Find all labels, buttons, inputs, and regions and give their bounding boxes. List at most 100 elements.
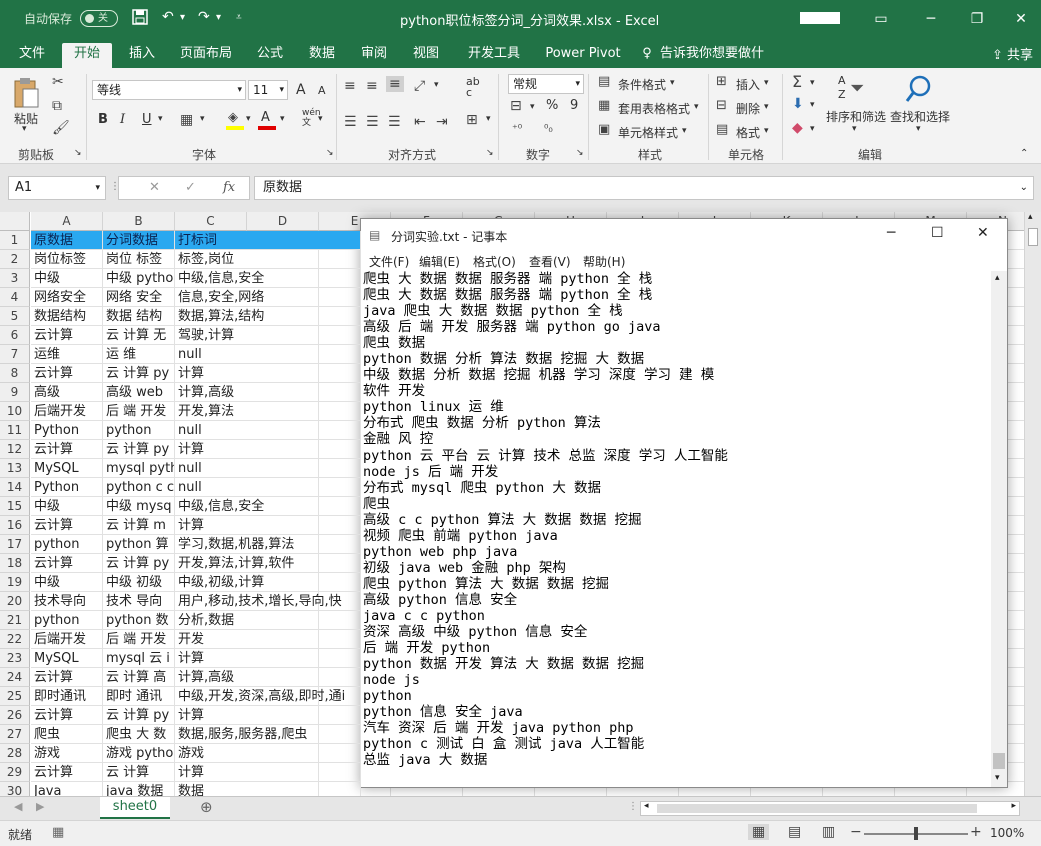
wrap-text-icon[interactable]: ab c — [466, 76, 480, 98]
cell-c[interactable]: 分析,数据 — [175, 611, 361, 630]
number-format-box[interactable]: 常规 ▾ — [508, 74, 584, 94]
cell-b[interactable]: 岗位 标签 — [103, 250, 175, 269]
collapse-ribbon-icon[interactable]: ⌃ — [1020, 148, 1028, 159]
tab-formulas[interactable]: 公式 — [248, 43, 292, 68]
zoom-in-icon[interactable]: + — [970, 824, 982, 840]
cell-b[interactable]: python 算 — [103, 535, 175, 554]
column-header-c[interactable]: C — [175, 212, 247, 231]
cell-b[interactable]: 云 计算 py — [103, 554, 175, 573]
cell-c[interactable]: 计算,高级 — [175, 668, 361, 687]
scroll-up-icon[interactable]: ▴ — [1028, 212, 1033, 222]
cell-c[interactable]: 开发 — [175, 630, 361, 649]
name-box-dropdown-icon[interactable]: ▾ — [95, 177, 100, 199]
cell-c[interactable]: 驾驶,计算 — [175, 326, 361, 345]
cell-a[interactable]: 云计算 — [31, 706, 103, 725]
format-cells-button[interactable]: 格式 — [736, 124, 760, 141]
tab-developer[interactable]: 开发工具 — [458, 43, 530, 68]
cell-b[interactable]: 技术 导向 — [103, 592, 175, 611]
column-header-b[interactable]: B — [103, 212, 175, 231]
font-name-dropdown-icon[interactable]: ▾ — [237, 81, 242, 99]
cell-c[interactable]: 数据,服务,服务器,爬虫 — [175, 725, 361, 744]
cell-c[interactable]: 打标词 — [175, 231, 361, 250]
cell-b[interactable]: 爬虫 大 数 — [103, 725, 175, 744]
sheet-prev-icon[interactable]: ◀ — [14, 800, 22, 813]
cell-b[interactable]: 云 计算 py — [103, 364, 175, 383]
cell-b[interactable]: 运 维 — [103, 345, 175, 364]
cell-a[interactable]: Java — [31, 782, 103, 796]
cell-a[interactable]: 云计算 — [31, 326, 103, 345]
comma-style-button[interactable]: 9 — [570, 98, 578, 113]
sheet-tab-sheet0[interactable]: sheet0 — [100, 797, 170, 819]
menu-file[interactable]: 文件(F) — [369, 253, 409, 270]
cell-a[interactable]: 后端开发 — [31, 402, 103, 421]
new-sheet-icon[interactable]: ⊕ — [200, 798, 213, 816]
cell-a[interactable]: Python — [31, 478, 103, 497]
underline-button[interactable]: U — [142, 112, 152, 127]
page-layout-view-icon[interactable]: ▤ — [788, 824, 801, 840]
cell-b[interactable]: 即时 通讯 — [103, 687, 175, 706]
cell-b[interactable]: 云 计算 py — [103, 706, 175, 725]
fill-dropdown-icon[interactable]: ▾ — [810, 100, 815, 110]
row-header[interactable]: 23 — [0, 649, 30, 668]
row-header[interactable]: 30 — [0, 782, 30, 796]
delete-dropdown-icon[interactable]: ▾ — [764, 102, 769, 112]
format-dropdown-icon[interactable]: ▾ — [764, 126, 769, 136]
sheet-vertical-scrollbar[interactable]: ▴ — [1024, 212, 1041, 796]
cell-b[interactable]: 云 计算 m — [103, 516, 175, 535]
cell-a[interactable]: 运维 — [31, 345, 103, 364]
menu-format[interactable]: 格式(O) — [473, 253, 516, 270]
row-header[interactable]: 10 — [0, 402, 30, 421]
cell-a[interactable]: MySQL — [31, 459, 103, 478]
cell-a[interactable]: python — [31, 535, 103, 554]
cell-b[interactable]: 数据 结构 — [103, 307, 175, 326]
cell-a[interactable]: 云计算 — [31, 440, 103, 459]
macro-record-icon[interactable]: ▦ — [52, 825, 64, 840]
font-name-box[interactable]: 等线 ▾ — [92, 80, 246, 100]
cell-c[interactable]: null — [175, 421, 361, 440]
format-painter-icon[interactable]: 🖌 — [52, 120, 70, 136]
sheet-scroll-thumb[interactable] — [1028, 228, 1038, 246]
cell-b[interactable]: 云 计算 高 — [103, 668, 175, 687]
cell-a[interactable]: 数据结构 — [31, 307, 103, 326]
autosum-icon[interactable]: Σ — [792, 72, 802, 91]
align-top-icon[interactable]: ≡ — [344, 78, 356, 94]
menu-help[interactable]: 帮助(H) — [583, 253, 625, 270]
column-header-a[interactable]: A — [31, 212, 103, 231]
minimize-icon[interactable]: ─ — [916, 6, 946, 32]
clear-dropdown-icon[interactable]: ▾ — [810, 124, 815, 134]
orientation-dropdown-icon[interactable]: ▾ — [434, 80, 439, 90]
row-header[interactable]: 1 — [0, 231, 30, 250]
tab-insert[interactable]: 插入 — [120, 43, 164, 68]
cell-a[interactable]: MySQL — [31, 649, 103, 668]
normal-view-icon[interactable]: ▦ — [748, 824, 770, 840]
share-button[interactable]: ⇪ 共享 — [992, 44, 1033, 63]
cell-a[interactable]: 中级 — [31, 573, 103, 592]
row-header[interactable]: 20 — [0, 592, 30, 611]
delete-cells-button[interactable]: 删除 — [736, 100, 760, 117]
cell-c[interactable]: 用户,移动,技术,增长,导向,快 — [175, 592, 361, 611]
save-icon[interactable] — [132, 9, 148, 29]
tab-view[interactable]: 视图 — [404, 43, 448, 68]
cell-b[interactable]: 云 计算 — [103, 763, 175, 782]
cell-b[interactable]: 后 端 开发 — [103, 402, 175, 421]
tab-power-pivot[interactable]: Power Pivot — [540, 43, 626, 68]
zoom-out-icon[interactable]: − — [850, 824, 862, 840]
fill-icon[interactable]: ⬇ — [792, 96, 804, 112]
paste-icon[interactable] — [12, 76, 40, 112]
row-header[interactable]: 16 — [0, 516, 30, 535]
cell-c[interactable]: 计算 — [175, 516, 361, 535]
table-dropdown-icon[interactable]: ▾ — [694, 102, 699, 112]
cell-b[interactable]: 游戏 pytho — [103, 744, 175, 763]
notepad-vertical-scrollbar[interactable]: ▴ ▾ — [991, 271, 1007, 787]
cell-b[interactable]: 云 计算 py — [103, 440, 175, 459]
font-size-dropdown-icon[interactable]: ▾ — [279, 81, 284, 99]
tab-split-icon[interactable]: ⋮ — [628, 801, 638, 812]
orientation-icon[interactable]: ⤢ — [414, 78, 425, 94]
cell-c[interactable]: 数据 — [175, 782, 361, 796]
autosave-toggle[interactable]: 关 — [80, 10, 118, 27]
cancel-icon[interactable]: ✕ — [149, 180, 160, 195]
find-select-icon[interactable] — [904, 74, 934, 104]
tab-home[interactable]: 开始 — [62, 43, 112, 68]
autosum-dropdown-icon[interactable]: ▾ — [810, 78, 815, 88]
tab-data[interactable]: 数据 — [300, 43, 344, 68]
